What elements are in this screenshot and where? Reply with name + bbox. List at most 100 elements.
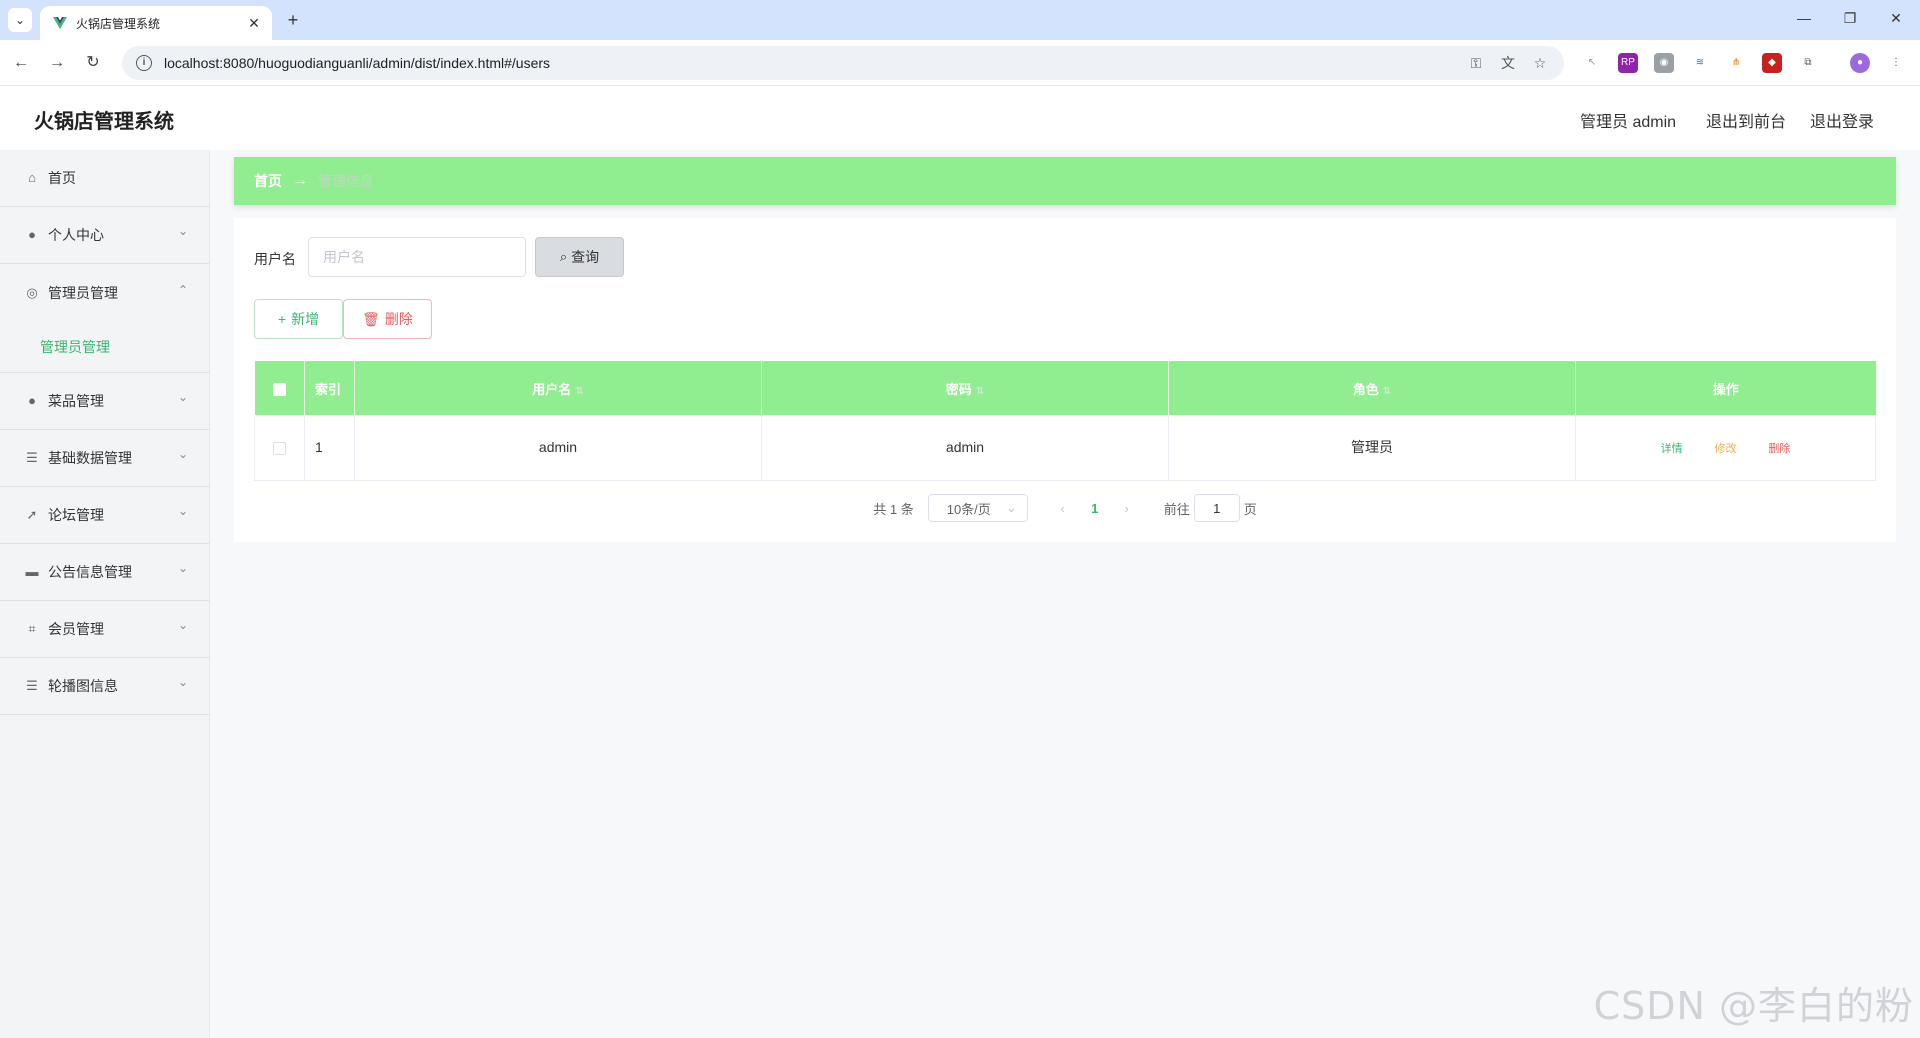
plus-icon: +: [277, 311, 287, 327]
sidebar-item-dish-management[interactable]: ● 菜品管理 ⌄: [0, 373, 209, 430]
url-text: localhost:8080/huoguodianguanli/admin/di…: [164, 55, 551, 71]
page-number-current[interactable]: 1: [1078, 501, 1112, 516]
column-header-label: 角色: [1352, 381, 1379, 397]
select-all-cell: [254, 361, 305, 415]
row-checkbox[interactable]: [273, 442, 286, 456]
sidebar-item-basic-data[interactable]: ☰ 基础数据管理 ⌄: [0, 430, 209, 487]
main-panel: 用户名 ⌕ 查询 + 新增 🗑 删除 索引 用户名⇅ 密码⇅ 角色⇅ 操作 1: [234, 218, 1896, 542]
row-select-cell: [254, 415, 305, 481]
query-button-label: 查询: [571, 249, 600, 265]
chevron-down-icon: ⌄: [14, 13, 26, 27]
column-header-label: 用户名: [532, 381, 572, 397]
minimize-icon[interactable]: —: [1794, 10, 1814, 26]
breadcrumb-home[interactable]: 首页: [254, 171, 282, 191]
query-button[interactable]: ⌕ 查询: [535, 237, 624, 277]
tree-extension-icon[interactable]: ⋔: [1726, 53, 1746, 73]
restore-icon[interactable]: ❐: [1840, 10, 1860, 27]
sidebar-item-label: 菜品管理: [48, 393, 104, 409]
star-icon[interactable]: ☆: [1530, 53, 1550, 73]
edit-link[interactable]: 修改: [1715, 443, 1737, 455]
sidebar-item-member[interactable]: ⌗ 会员管理 ⌄: [0, 601, 209, 658]
avatar[interactable]: ●: [1850, 53, 1870, 73]
table-header-row: 索引 用户名 ⇅ 密码 ⇅ 角色 ⇅ 操作: [254, 361, 1876, 415]
chevron-up-icon: ⌃: [178, 283, 189, 297]
page-size-select[interactable]: 10条/页 ⌄: [927, 494, 1028, 522]
column-header-index: 索引: [304, 361, 355, 415]
sort-icon: ⇅: [1382, 385, 1392, 397]
delete-button[interactable]: 🗑 删除: [343, 299, 432, 339]
chevron-down-icon: ⌄: [178, 224, 189, 238]
rp-extension-icon[interactable]: RP: [1618, 53, 1638, 73]
key-icon[interactable]: ⚿: [1466, 53, 1486, 73]
address-bar[interactable]: i localhost:8080/huoguodianguanli/admin/…: [122, 46, 1564, 80]
home-icon: ⌂: [28, 170, 36, 185]
site-info-icon[interactable]: i: [136, 55, 152, 71]
sidebar-subitem-admin-management[interactable]: 管理员管理: [0, 321, 209, 373]
prev-page-icon[interactable]: ‹: [1048, 501, 1078, 516]
sidebar-item-label: 轮播图信息: [48, 678, 118, 694]
column-header-role[interactable]: 角色 ⇅: [1168, 361, 1576, 415]
sidebar-item-home[interactable]: ⌂ 首页: [0, 150, 209, 207]
tab-close-icon[interactable]: ✕: [246, 15, 262, 32]
column-header-password[interactable]: 密码 ⇅: [761, 361, 1169, 415]
exit-to-front-link[interactable]: 退出到前台: [1706, 108, 1786, 132]
search-label: 用户名: [254, 251, 296, 267]
column-header-username[interactable]: 用户名 ⇅: [354, 361, 762, 415]
sidebar-item-notice[interactable]: ▬ 公告信息管理 ⌄: [0, 544, 209, 601]
vue-logo-icon: [53, 17, 67, 29]
add-button[interactable]: + 新增: [254, 299, 343, 339]
crop-icon: ⌗: [28, 621, 36, 636]
mask-extension-icon[interactable]: ◉: [1654, 53, 1674, 73]
delete-button-label: 删除: [384, 311, 413, 327]
table-row: 1 admin admin 管理员 详情 修改 删除: [254, 415, 1876, 481]
row-actions: 详情 修改 删除: [1575, 415, 1876, 481]
puzzle-icon[interactable]: ⧉: [1798, 53, 1818, 73]
username-search-input[interactable]: [308, 237, 526, 277]
row-delete-link[interactable]: 删除: [1768, 443, 1790, 455]
app-header: 火锅店管理系统 管理员 admin 退出到前台 退出登录: [0, 86, 1920, 150]
pagination-total: 共 1 条: [873, 501, 914, 517]
layers-extension-icon[interactable]: ≋: [1690, 53, 1710, 73]
breadcrumb-current: 管理信息: [318, 173, 374, 189]
shield-extension-icon[interactable]: ◆: [1762, 53, 1782, 73]
next-page-icon[interactable]: ›: [1112, 501, 1142, 516]
sidebar-item-personal-center[interactable]: ● 个人中心 ⌄: [0, 207, 209, 264]
detail-link[interactable]: 详情: [1661, 443, 1683, 455]
user-icon: ●: [28, 227, 36, 242]
back-arrow-icon[interactable]: ←: [10, 52, 32, 74]
sidebar-item-forum[interactable]: ➚ 论坛管理 ⌄: [0, 487, 209, 544]
page-suffix: 页: [1243, 501, 1257, 517]
browser-tab-active[interactable]: 火锅店管理系统 ✕: [40, 6, 272, 40]
page-size-value: 10条/页: [946, 501, 991, 517]
sidebar-item-label: 基础数据管理: [48, 450, 132, 466]
sidebar-item-admin-management[interactable]: ◎ 管理员管理 ⌃: [0, 264, 209, 321]
reload-icon[interactable]: ↻: [82, 52, 104, 74]
new-tab-button[interactable]: +: [282, 9, 304, 31]
row-password: admin: [761, 415, 1169, 481]
sidebar-item-label: 公告信息管理: [48, 564, 132, 580]
select-all-checkbox[interactable]: [272, 382, 286, 396]
forward-arrow-icon[interactable]: →: [46, 52, 68, 74]
chevron-down-icon: ⌄: [1005, 500, 1017, 515]
tab-search-button[interactable]: ⌄: [8, 8, 32, 32]
kebab-menu-icon[interactable]: ⋮: [1886, 53, 1906, 73]
column-header-label: 密码: [945, 381, 972, 397]
current-user-label: 管理员 admin: [1580, 114, 1677, 131]
breadcrumb-separator: →: [292, 172, 308, 189]
users-table: 索引 用户名 ⇅ 密码 ⇅ 角色 ⇅ 操作 1 admin admin 管理员 详情 …: [254, 361, 1876, 481]
search-icon: ⌕: [559, 249, 568, 264]
send-icon: ➚: [26, 507, 38, 522]
sidebar-item-carousel[interactable]: ☰ 轮播图信息 ⌄: [0, 658, 209, 715]
browser-toolbar: ← → ↻ i localhost:8080/huoguodianguanli/…: [0, 40, 1920, 86]
app-title: 火锅店管理系统: [34, 111, 174, 133]
goto-page-input[interactable]: [1193, 494, 1240, 522]
sort-icon: ⇅: [575, 385, 584, 397]
add-button-label: 新增: [291, 311, 320, 327]
translate-icon[interactable]: 文: [1498, 53, 1518, 73]
cursor-extension-icon[interactable]: ↖: [1582, 53, 1602, 73]
chevron-down-icon: ⌄: [178, 618, 189, 632]
window-close-icon[interactable]: ✕: [1886, 10, 1906, 27]
logout-link[interactable]: 退出登录: [1810, 108, 1874, 132]
chevron-down-icon: ⌄: [178, 447, 189, 461]
user-icon: ●: [28, 393, 36, 408]
